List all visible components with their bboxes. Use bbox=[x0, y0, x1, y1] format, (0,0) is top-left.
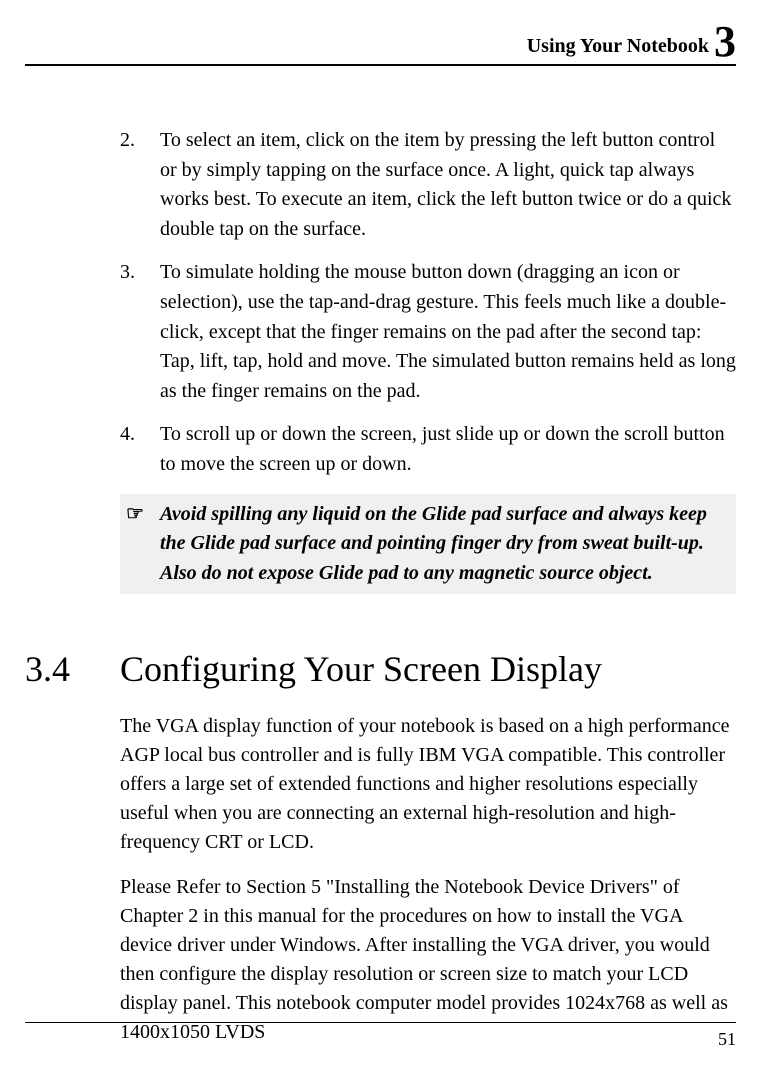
note-text: Avoid spilling any liquid on the Glide p… bbox=[160, 500, 728, 589]
section-heading-block: 3.4 Configuring Your Screen Display bbox=[25, 648, 736, 690]
running-header: Using Your Notebook 3 bbox=[25, 35, 736, 66]
note-callout: ☞ Avoid spilling any liquid on the Glide… bbox=[120, 494, 736, 595]
list-marker: 2. bbox=[120, 126, 135, 156]
list-item: 2. To select an item, click on the item … bbox=[120, 126, 736, 244]
page-footer: 51 bbox=[25, 1022, 736, 1050]
section-title: Configuring Your Screen Display bbox=[120, 648, 602, 690]
body-content: 2. To select an item, click on the item … bbox=[120, 126, 736, 594]
list-marker: 4. bbox=[120, 420, 135, 450]
header-title: Using Your Notebook bbox=[527, 35, 714, 57]
list-text: To scroll up or down the screen, just sl… bbox=[160, 423, 725, 475]
section-number: 3.4 bbox=[25, 648, 120, 690]
list-item: 4. To scroll up or down the screen, just… bbox=[120, 420, 736, 479]
body-paragraph: The VGA display function of your noteboo… bbox=[120, 712, 736, 857]
page-number: 51 bbox=[718, 1029, 736, 1049]
list-marker: 3. bbox=[120, 258, 135, 288]
list-text: To simulate holding the mouse button dow… bbox=[160, 261, 736, 401]
list-item: 3. To simulate holding the mouse button … bbox=[120, 258, 736, 406]
list-text: To select an item, click on the item by … bbox=[160, 129, 731, 240]
pointing-hand-icon: ☞ bbox=[126, 500, 144, 530]
document-page: Using Your Notebook 3 2. To select an it… bbox=[0, 0, 761, 1078]
numbered-list: 2. To select an item, click on the item … bbox=[120, 126, 736, 480]
header-chapter-number: 3 bbox=[714, 17, 736, 66]
